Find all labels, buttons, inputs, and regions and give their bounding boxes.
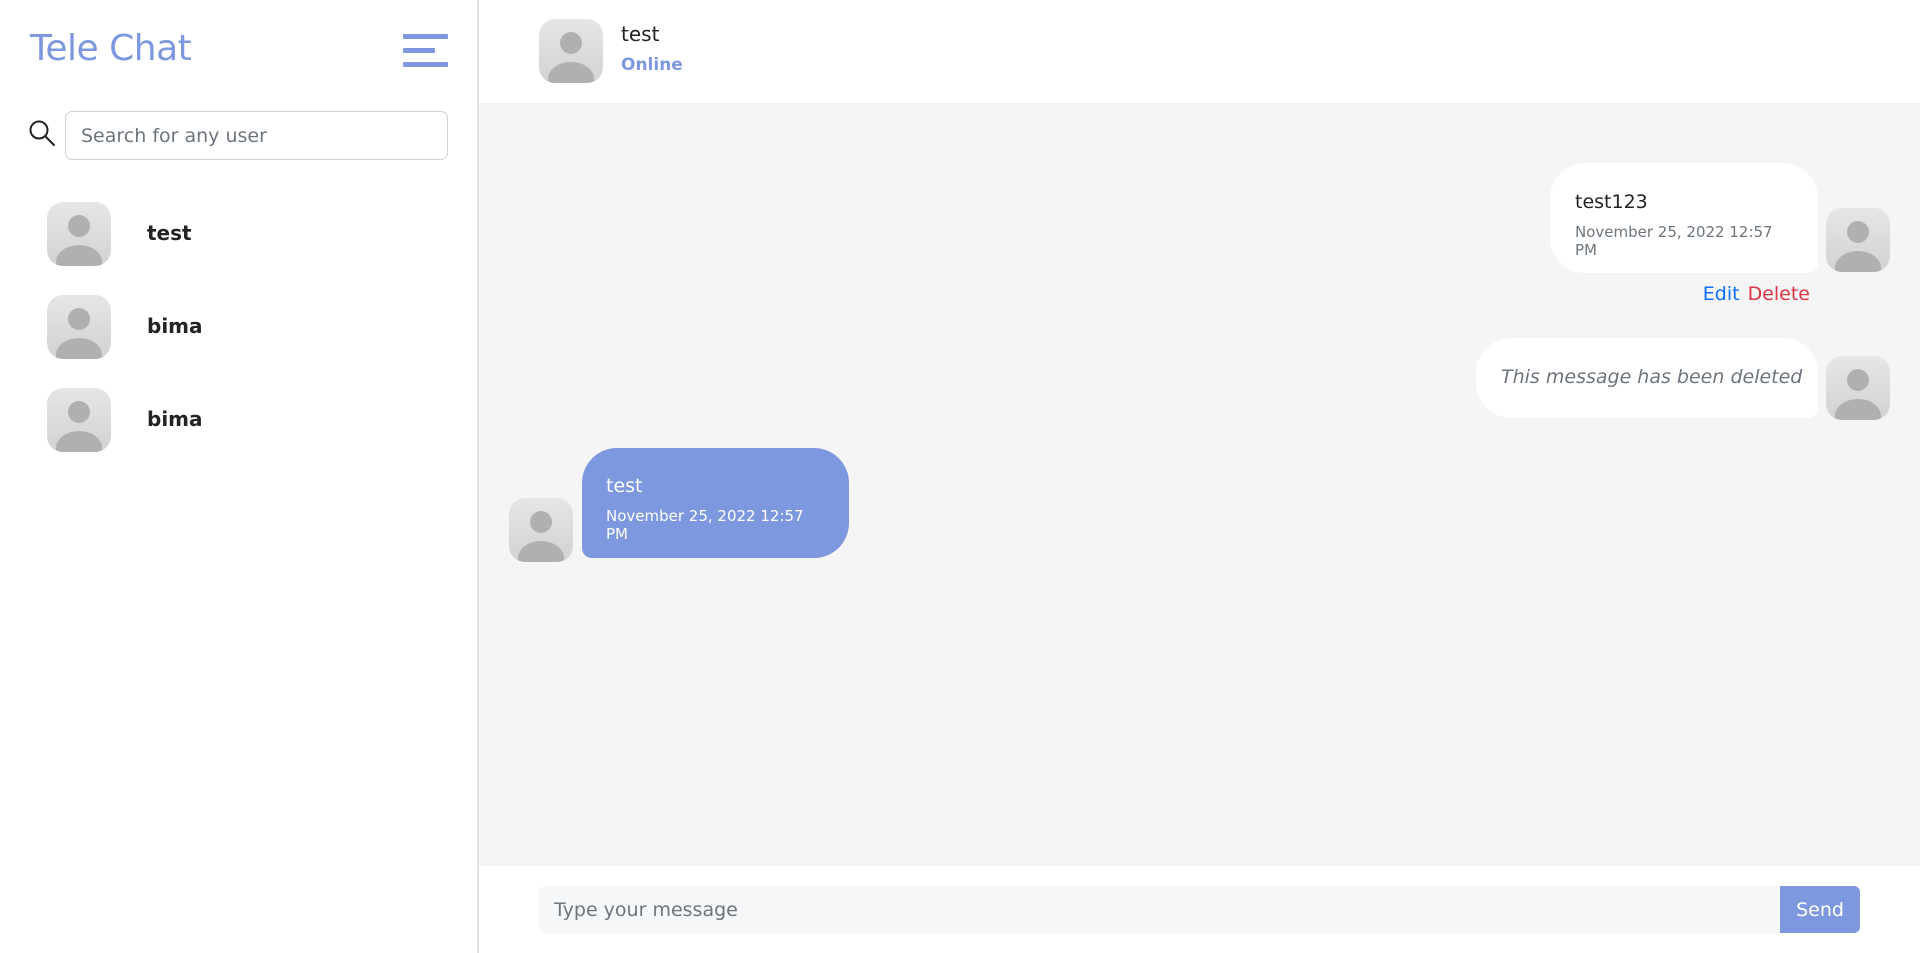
user-list-item[interactable]: bima [0,386,477,479]
contact-avatar-icon[interactable] [539,19,603,83]
deleted-message: This message has been deleted [1470,338,1890,428]
sender-avatar-icon [1826,356,1890,420]
sidebar: Tele Chat test bi [0,0,479,953]
user-list-item[interactable]: bima [0,293,477,386]
user-list-item[interactable]: test [0,200,477,293]
sender-avatar-icon [509,498,573,562]
message-timestamp: November 25, 2022 12:57 PM [1575,223,1773,259]
search-icon [29,120,55,146]
message-list: test123 November 25, 2022 12:57 PM Edit D… [479,103,1920,866]
message-text: test [606,475,643,497]
contact-status: Online [621,55,683,75]
user-list: test bima bima [0,200,477,479]
message-bubble: This message has been deleted [1476,338,1818,418]
message-text: test123 [1575,191,1648,213]
search-input[interactable] [65,111,448,160]
contact-name: test [621,22,660,46]
user-avatar-icon [47,295,111,359]
delete-message-link[interactable]: Delete [1748,283,1810,305]
app: Tele Chat test bi [0,0,1920,953]
user-name: bima [147,407,203,431]
user-avatar-icon [47,388,111,452]
message-bubble: test November 25, 2022 12:57 PM [582,448,849,558]
hamburger-menu-icon[interactable] [403,34,448,70]
message-composer: Send [479,866,1920,953]
outgoing-message: test123 November 25, 2022 12:57 PM Edit D… [1470,163,1890,323]
chat-panel: test Online test123 November 25, 2022 12… [479,0,1920,953]
deleted-message-text: This message has been deleted [1501,366,1803,388]
user-avatar-icon [47,202,111,266]
sender-avatar-icon [1826,208,1890,272]
message-actions: Edit Delete [1703,283,1810,305]
message-bubble: test123 November 25, 2022 12:57 PM [1550,163,1818,273]
user-name: test [147,221,192,245]
user-name: bima [147,314,203,338]
search-row [28,111,448,160]
edit-message-link[interactable]: Edit [1703,283,1740,305]
send-button[interactable]: Send [1780,886,1860,933]
message-timestamp: November 25, 2022 12:57 PM [606,507,804,543]
chat-header: test Online [479,0,1920,103]
menu-bar [403,62,448,67]
menu-bar [403,34,448,39]
menu-bar [403,48,435,53]
brand-title: Tele Chat [30,28,192,69]
incoming-message: test November 25, 2022 12:57 PM [509,448,869,568]
message-input[interactable] [539,886,1781,933]
